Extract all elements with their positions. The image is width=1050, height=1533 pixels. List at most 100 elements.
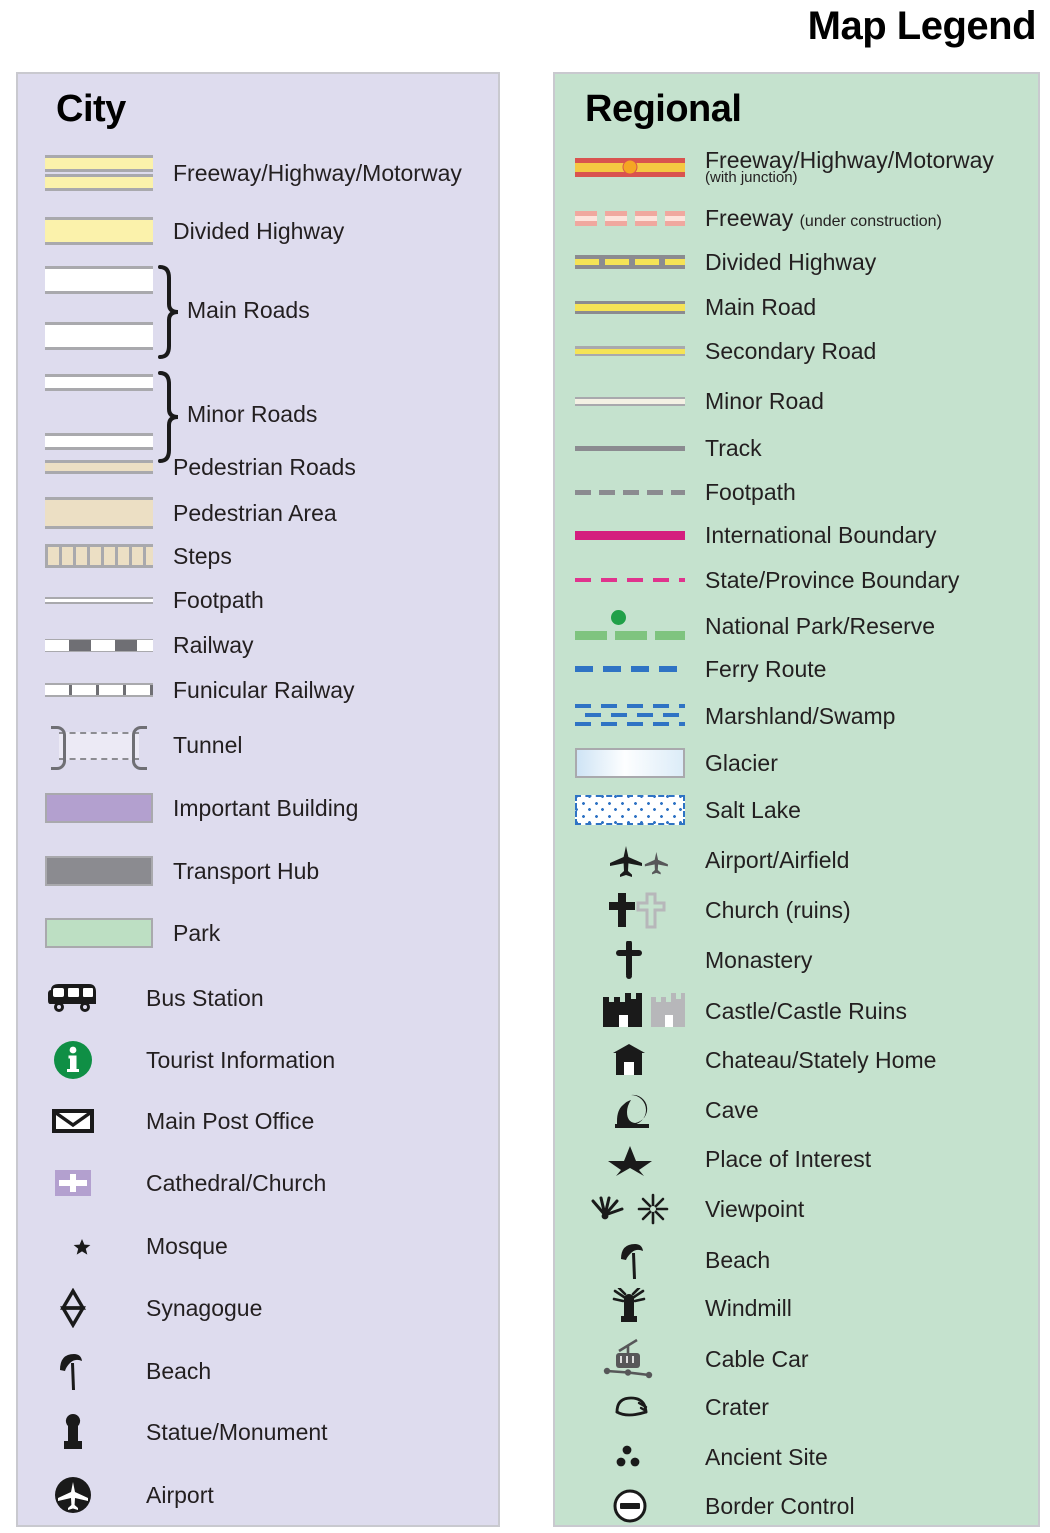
statue-monument-icon — [18, 1411, 128, 1453]
steps-hatched-band-icon — [45, 544, 155, 568]
secondary-road-line-icon — [555, 346, 705, 356]
list-item-label: Railway — [173, 631, 254, 658]
list-item[interactable]: Tunnel — [18, 722, 498, 770]
footpath-dashed-line-icon — [555, 489, 705, 495]
list-item[interactable]: Pedestrian Area — [18, 494, 498, 532]
list-item[interactable]: Funicular Railway — [18, 676, 498, 704]
viewpoint-icons — [555, 1191, 705, 1227]
list-item[interactable]: Transport Hub — [18, 853, 498, 889]
list-item[interactable]: Divided Highway — [18, 214, 498, 248]
list-item-label: Footpath — [705, 478, 796, 505]
list-item[interactable]: Important Building — [18, 790, 498, 826]
list-item[interactable]: Freeway/Highway/Motorway — [18, 150, 498, 196]
list-item[interactable]: Beach — [555, 1238, 1038, 1282]
list-item[interactable]: Crater — [555, 1386, 1038, 1428]
list-item[interactable]: Tourist Information — [18, 1037, 498, 1083]
list-item[interactable]: Cave — [555, 1089, 1038, 1131]
list-item[interactable]: Beach — [18, 1349, 498, 1393]
list-item[interactable]: Monastery — [555, 939, 1038, 981]
list-item-label: Divided Highway — [173, 217, 345, 244]
ferry-route-line-icon — [555, 666, 705, 672]
list-item[interactable]: Freeway/Highway/Motorway (with junction) — [555, 146, 1038, 188]
list-item-label: Cathedral/Church — [146, 1169, 327, 1196]
list-item[interactable]: Ancient Site — [555, 1436, 1038, 1478]
list-item[interactable]: Steps — [18, 541, 498, 571]
list-item[interactable]: Marshland/Swamp — [555, 698, 1038, 734]
list-item-label: Salt Lake — [705, 796, 801, 823]
freeway-under-construction-line-icon — [555, 210, 705, 226]
list-item[interactable]: Freeway (under construction) — [555, 202, 1038, 234]
list-item-label: Church (ruins) — [705, 896, 851, 923]
list-item[interactable]: Minor Road — [555, 385, 1038, 417]
list-item[interactable]: Pedestrian Roads — [18, 452, 498, 482]
castle-icons — [555, 991, 705, 1031]
list-item[interactable]: Synagogue — [18, 1287, 498, 1329]
list-item[interactable]: Place of Interest — [555, 1139, 1038, 1179]
list-item[interactable]: Salt Lake — [555, 792, 1038, 828]
star-of-david-icon — [18, 1288, 128, 1328]
footpath-thin-line-icon — [45, 596, 155, 604]
list-item[interactable]: Cathedral/Church — [18, 1163, 498, 1203]
list-item-label: Secondary Road — [705, 337, 877, 364]
list-item-label: Bus Station — [146, 984, 264, 1011]
list-item[interactable]: Main Roads — [18, 264, 498, 360]
list-item[interactable]: Church (ruins) — [555, 889, 1038, 931]
list-item[interactable]: Main Road — [555, 291, 1038, 323]
list-item-label: Cave — [705, 1096, 759, 1123]
national-park-line-icon — [555, 610, 705, 640]
list-item-label: Beach — [705, 1246, 771, 1273]
list-item-label: Freeway (under construction) — [705, 206, 942, 231]
list-item-label: Pedestrian Area — [173, 499, 337, 526]
list-item[interactable]: Footpath — [555, 477, 1038, 507]
list-item[interactable]: Main Post Office — [18, 1101, 498, 1141]
list-item[interactable]: Viewpoint — [555, 1188, 1038, 1230]
list-item-label: Tunnel — [173, 731, 243, 758]
airplane-icons — [555, 842, 705, 878]
tunnel-bracketed-dashes-icon — [45, 724, 155, 770]
funicular-ticked-line-icon — [45, 683, 155, 697]
minor-road-line-icon — [555, 396, 705, 406]
list-item-label: Ferry Route — [705, 655, 827, 682]
list-item[interactable]: State/Province Boundary — [555, 565, 1038, 595]
pedestrian-road-band-icon — [45, 460, 155, 474]
list-item[interactable]: Glacier — [555, 745, 1038, 781]
list-item[interactable]: Footpath — [18, 586, 498, 614]
list-item[interactable]: Border Control — [555, 1485, 1038, 1527]
cave-icon — [555, 1092, 705, 1128]
list-item[interactable]: Castle/Castle Ruins — [555, 989, 1038, 1033]
list-item[interactable]: Airport/Airfield — [555, 839, 1038, 881]
list-item[interactable]: Railway — [18, 631, 498, 659]
list-item-label: Main Roads — [187, 297, 310, 323]
list-item[interactable]: Bus Station — [18, 977, 498, 1019]
page-title: Map Legend — [807, 4, 1037, 48]
beach-umbrella-icon — [18, 1350, 128, 1392]
list-item-label: Synagogue — [146, 1294, 263, 1321]
main-road-line-icon — [555, 300, 705, 314]
list-item-label: Place of Interest — [705, 1145, 872, 1172]
list-item[interactable]: Divided Highway — [555, 246, 1038, 278]
beach-umbrella-icon — [555, 1240, 705, 1280]
list-item[interactable]: Mosque — [18, 1226, 498, 1266]
crater-icon — [555, 1390, 705, 1424]
list-item[interactable]: National Park/Reserve — [555, 596, 1038, 640]
chateau-icon — [555, 1042, 705, 1078]
list-item[interactable]: Chateau/Stately Home — [555, 1039, 1038, 1081]
list-item[interactable]: International Boundary — [555, 520, 1038, 550]
divided-highway-band-icon — [45, 217, 155, 245]
list-item[interactable]: Secondary Road — [555, 335, 1038, 367]
list-item[interactable]: Park — [18, 915, 498, 951]
list-item[interactable]: Airport — [18, 1473, 498, 1517]
list-item-label: Freeway/Highway/Motorway — [173, 159, 462, 186]
list-item[interactable]: Windmill — [555, 1286, 1038, 1330]
information-circle-icon — [18, 1039, 128, 1081]
list-item-label-main: Freeway — [705, 204, 794, 231]
list-item[interactable]: Minor Roads — [18, 370, 498, 464]
list-item-label: Freeway/Highway/Motorway (with junction) — [705, 148, 994, 186]
list-item[interactable]: Track — [555, 433, 1038, 463]
list-item[interactable]: Statue/Monument — [18, 1411, 498, 1453]
cable-car-icon — [555, 1338, 705, 1380]
city-heading: City — [56, 88, 126, 130]
list-item-label: Glacier — [705, 749, 778, 776]
list-item[interactable]: Cable Car — [555, 1336, 1038, 1382]
list-item[interactable]: Ferry Route — [555, 654, 1038, 684]
